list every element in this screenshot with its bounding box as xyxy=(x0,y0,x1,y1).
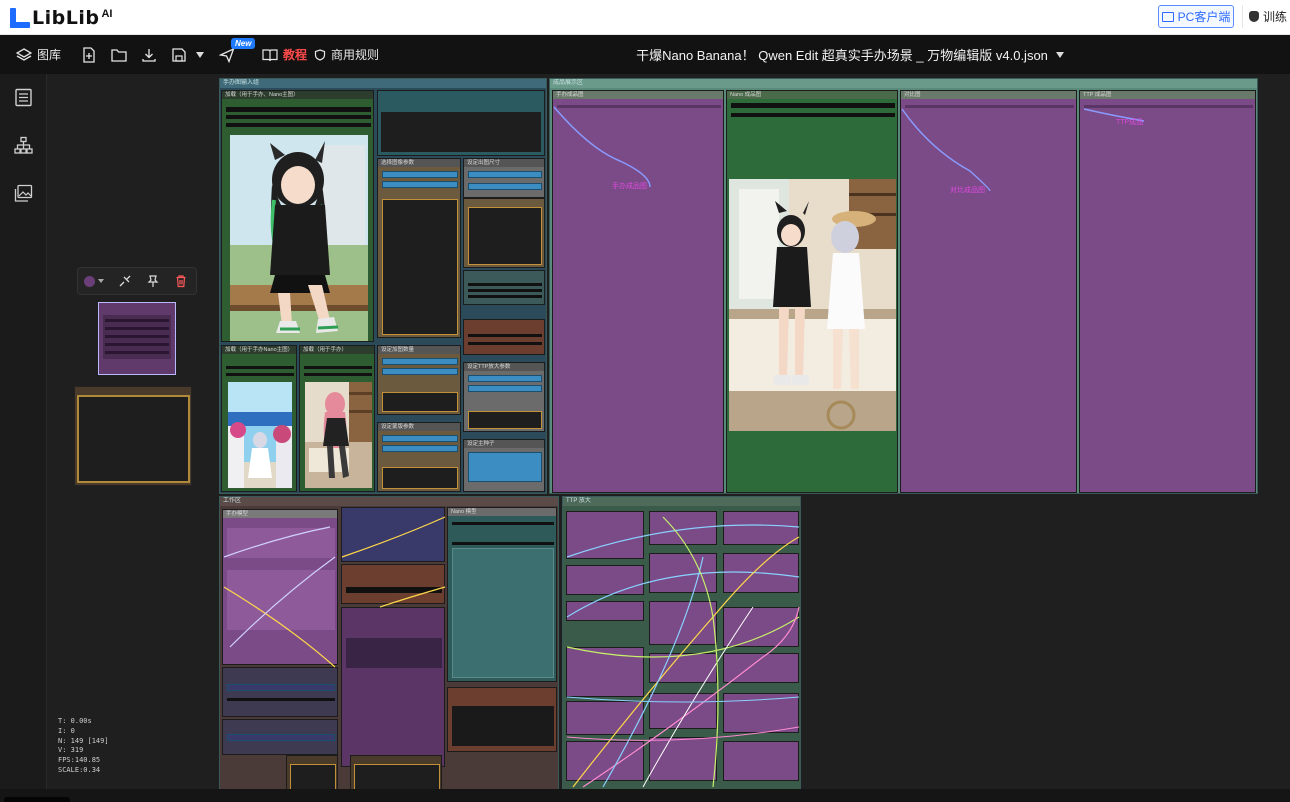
color-picker[interactable] xyxy=(84,275,104,287)
size-param-node[interactable]: 设定出图尺寸 xyxy=(463,158,545,198)
save-icon xyxy=(172,47,186,62)
sitemap-icon[interactable] xyxy=(14,136,33,155)
document-list-icon[interactable] xyxy=(14,88,33,107)
input-group-title: 手办图输入组 xyxy=(220,79,546,88)
node-title: 设定蒙版参数 xyxy=(378,423,460,431)
save-button[interactable] xyxy=(171,35,204,74)
logo-mark-icon xyxy=(10,8,30,28)
file-plus-icon xyxy=(83,46,95,63)
book-icon xyxy=(262,48,278,61)
tutorial-label: 教程 xyxy=(283,48,308,62)
link-wires xyxy=(566,516,800,788)
link-wires xyxy=(553,106,1145,192)
output-group[interactable]: 成品展示区 手办成品图 Nano 成品图 对比图 TTP 成品图 手办成品图 对… xyxy=(549,78,1258,494)
preview-node[interactable] xyxy=(377,90,545,156)
reference-loader-b[interactable]: 加载（用于手办） xyxy=(299,345,375,492)
left-sidebar xyxy=(0,74,47,802)
train-label: 训练 xyxy=(1263,10,1288,24)
download-button[interactable] xyxy=(141,35,157,74)
logo-suffix: AI xyxy=(101,8,113,20)
new-workflow-button[interactable] xyxy=(81,35,97,74)
node-canvas[interactable]: 手办图输入组 加载（用于手办、Nano主图） 选择图像参数 设定出图尺寸 设定加… xyxy=(47,74,1290,789)
gallery-button[interactable]: 图库 xyxy=(16,35,61,74)
node-title: 设定出图尺寸 xyxy=(464,159,544,167)
pc-client-button[interactable]: PC客户端 xyxy=(1158,5,1234,28)
reference-loader-a[interactable]: 加载（用于手办Nano主图） xyxy=(221,345,297,492)
workflow-title: 干爆Nano Banana！ Qwen Edit 超真实手办场景 _ 万物编辑版… xyxy=(636,48,1048,63)
seed-param-node[interactable]: 设定主种子 xyxy=(463,439,545,492)
upscale-group[interactable]: TTP 放大 xyxy=(562,496,801,789)
node-title: 加载（用于手办、Nano主图） xyxy=(222,91,373,99)
link-label: 手办成品图 xyxy=(612,183,647,190)
folder-icon xyxy=(111,48,127,62)
monitor-icon xyxy=(1161,11,1174,22)
mask-param-node[interactable]: 设定蒙版参数 xyxy=(377,422,461,492)
bottom-tab[interactable] xyxy=(4,797,70,802)
link-label: 对比成品图 xyxy=(950,187,985,194)
workflow-toolbar: 图库 New 教程 商用规则 干爆Nano Banana！ Qwen Edit … xyxy=(0,35,1290,74)
link-wires xyxy=(223,516,446,668)
image-param-node[interactable]: 选择图像参数 xyxy=(377,158,461,338)
anime-girl-image xyxy=(230,135,368,341)
room-girl-image xyxy=(305,382,372,488)
download-icon xyxy=(142,48,156,62)
node-title: 加载（用于手办） xyxy=(300,346,374,354)
stat-v: V: 319 xyxy=(58,746,84,755)
workspace-group[interactable]: 工作区 手办模型 Nano 模型 xyxy=(219,496,559,789)
node-title: 选择图像参数 xyxy=(378,159,460,167)
count-param-node[interactable]: 设定加图数量 xyxy=(377,345,461,415)
gallery-label: 图库 xyxy=(37,48,62,62)
ttp-param-node[interactable]: 设定TTP放大参数 xyxy=(463,362,545,432)
node-title: 设定加图数量 xyxy=(378,346,460,354)
stat-i: I: 0 xyxy=(58,726,75,735)
bypass-icon[interactable] xyxy=(118,274,132,288)
open-folder-button[interactable] xyxy=(111,35,127,74)
stat-nodes: N: 149 [149] xyxy=(58,736,109,745)
output-node[interactable] xyxy=(74,386,192,486)
commercial-rules-label: 商用规则 xyxy=(331,48,380,62)
chevron-down-icon xyxy=(1055,51,1064,58)
selected-node[interactable] xyxy=(98,302,176,375)
int-node[interactable] xyxy=(463,319,545,355)
stat-scale: SCALE:0.34 xyxy=(58,765,101,774)
workflow-title-dropdown[interactable]: 干爆Nano Banana！ Qwen Edit 超真实手办场景 _ 万物编辑版… xyxy=(560,35,1140,74)
train-button[interactable]: 训练 xyxy=(1242,5,1290,28)
chevron-down-icon[interactable] xyxy=(196,51,204,58)
images-icon[interactable] xyxy=(14,184,33,203)
logo-text: LibLib xyxy=(32,7,100,29)
commercial-rules-button[interactable]: 商用规则 xyxy=(314,35,379,74)
node-title: 加载（用于手办Nano主图） xyxy=(222,346,296,354)
shield-check-icon xyxy=(314,48,326,61)
bottom-bar xyxy=(0,789,1290,802)
size-preview-node[interactable] xyxy=(463,198,545,268)
pc-client-label: PC客户端 xyxy=(1177,10,1231,24)
top-bar: LibLib AI PC客户端 训练 xyxy=(0,0,1290,35)
stat-time: T: 0.00s xyxy=(58,717,92,725)
stat-fps: FPS:140.85 xyxy=(58,756,101,765)
seaside-image xyxy=(228,382,292,488)
new-badge: New xyxy=(231,38,256,49)
node-selection-toolbar xyxy=(77,267,197,295)
color-dot-icon xyxy=(84,275,95,287)
node-title: 设定TTP放大参数 xyxy=(464,363,544,371)
liblib-logo[interactable]: LibLib AI xyxy=(10,7,112,29)
layers-icon xyxy=(16,47,32,61)
node-title: 设定主种子 xyxy=(464,440,544,448)
perf-stats: T: 0.00s I: 0 N: 149 [149] V: 319 FPS:14… xyxy=(58,717,109,776)
input-group[interactable]: 手办图输入组 加载（用于手办、Nano主图） 选择图像参数 设定出图尺寸 设定加… xyxy=(219,78,547,494)
link-label: TTP成品 xyxy=(1116,119,1144,126)
shield-icon xyxy=(1249,11,1259,22)
size-calc-node[interactable] xyxy=(463,270,545,305)
trash-icon[interactable] xyxy=(174,274,188,288)
chevron-down-icon xyxy=(98,279,104,283)
main-image-loader[interactable]: 加载（用于手办、Nano主图） xyxy=(221,90,374,342)
pin-icon[interactable] xyxy=(146,274,160,288)
tutorial-button[interactable]: 教程 xyxy=(262,35,307,74)
